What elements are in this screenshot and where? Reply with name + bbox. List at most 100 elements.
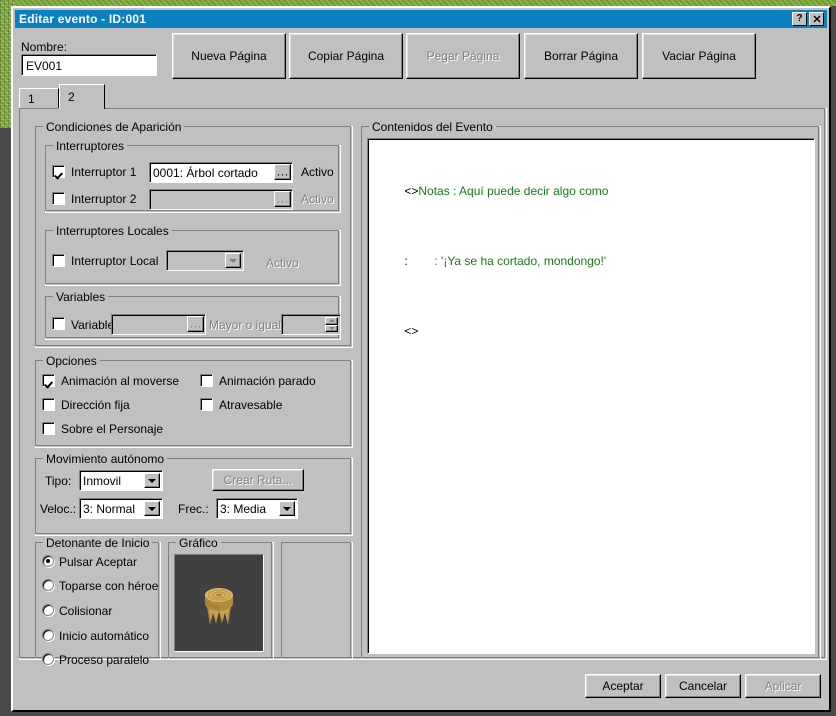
movement-speed-value: 3: Normal xyxy=(83,501,136,516)
switch-2-label: Interruptor 2 xyxy=(71,192,137,206)
switch-2-browse-button[interactable]: ··· xyxy=(274,191,291,207)
trigger-player-touch-label: Toparse con héroe xyxy=(59,579,159,593)
trigger-parallel-radio[interactable] xyxy=(42,653,54,665)
option-above-hero-label: Sobre el Personaje xyxy=(61,422,164,436)
trigger-autorun-radio[interactable] xyxy=(42,629,54,641)
variables-title: Variables xyxy=(53,290,109,304)
switch-1-field[interactable]: 0001: Árbol cortado xyxy=(149,162,293,183)
tab-page-1-label: 1 xyxy=(28,92,35,106)
event-contents-title: Contenidos del Evento xyxy=(369,120,496,134)
name-input-value: EV001 xyxy=(26,59,63,73)
copy-page-button[interactable]: Copiar Página xyxy=(289,33,403,79)
movement-type-value: Inmovil xyxy=(83,473,122,488)
trigger-action-button-radio[interactable] xyxy=(42,555,54,567)
variable-number-input[interactable] xyxy=(281,314,341,335)
cancel-button[interactable]: Cancelar xyxy=(665,674,741,698)
switch-2-field[interactable] xyxy=(149,189,293,210)
trigger-event-touch-radio[interactable] xyxy=(42,604,54,616)
movement-freq-dropdown[interactable]: 3: Media xyxy=(216,498,298,519)
help-icon[interactable]: ? xyxy=(792,12,807,26)
variable-operator-label: Mayor o igual xyxy=(209,318,282,332)
trigger-player-touch-radio[interactable] xyxy=(42,579,54,591)
chevron-down-icon[interactable] xyxy=(225,253,241,268)
trigger-action-button-label: Pulsar Aceptar xyxy=(59,555,138,569)
local-switches-title: Interruptores Locales xyxy=(53,224,172,238)
chevron-down-icon[interactable] xyxy=(279,501,295,516)
event-line-text: : '¡Ya se ha cortado, mondongo!' xyxy=(407,254,607,268)
stepper-up-icon[interactable] xyxy=(325,317,338,325)
event-contents-list[interactable]: <>Notas : Aquí puede decir algo como : :… xyxy=(367,138,815,654)
switch-1-browse-button[interactable]: ··· xyxy=(274,164,291,180)
autonomous-movement-title: Movimiento autónomo xyxy=(43,452,168,466)
desktop-background: Editar evento - ID:001 ? Nombre: EV001 N… xyxy=(0,0,836,716)
start-trigger-title: Detonante de Inicio xyxy=(43,536,153,550)
graphic-title: Gráfico xyxy=(176,536,221,550)
create-route-button[interactable]: Crear Ruta... xyxy=(212,469,304,491)
switch-1-checkbox[interactable] xyxy=(52,165,65,178)
variable-number-stepper[interactable] xyxy=(325,317,338,332)
movement-speed-label: Veloc.: xyxy=(40,502,77,516)
movement-speed-dropdown[interactable]: 3: Normal xyxy=(79,498,163,519)
switch-2-state-label: Activo xyxy=(301,192,334,206)
event-line-marker: <> xyxy=(404,324,419,338)
local-switch-label: Interruptor Local xyxy=(71,254,159,268)
edit-event-dialog: Editar evento - ID:001 ? Nombre: EV001 N… xyxy=(11,6,831,712)
option-fixed-direction-label: Dirección fija xyxy=(61,398,130,412)
tab-page-1[interactable]: 1 xyxy=(19,88,59,109)
ok-button[interactable]: Aceptar xyxy=(585,674,661,698)
options-title: Opciones xyxy=(43,354,100,368)
switch-1-value: 0001: Árbol cortado xyxy=(153,166,258,180)
close-icon[interactable] xyxy=(809,12,824,26)
stepper-down-icon[interactable] xyxy=(325,324,338,332)
new-page-button[interactable]: Nueva Página xyxy=(172,33,286,79)
switch-1-state-label: Activo xyxy=(301,165,334,179)
option-animate-moving-checkbox[interactable] xyxy=(42,374,55,387)
option-animate-moving-label: Animación al moverse xyxy=(61,374,180,388)
title-bar: Editar evento - ID:001 ? xyxy=(15,10,827,28)
appearance-conditions-title: Condiciones de Aparición xyxy=(43,120,185,134)
chevron-down-icon[interactable] xyxy=(144,501,160,516)
movement-type-dropdown[interactable]: Inmovil xyxy=(79,470,163,491)
event-line: <> xyxy=(371,310,811,352)
event-contents-text: <>Notas : Aquí puede decir algo como : :… xyxy=(371,142,811,650)
trigger-parallel-label: Proceso paralelo xyxy=(59,653,150,667)
graphic-preview[interactable] xyxy=(174,554,264,652)
variable-checkbox[interactable] xyxy=(52,317,65,330)
movement-freq-label: Frec.: xyxy=(178,502,209,516)
trigger-autorun-label: Inicio automático xyxy=(59,629,150,643)
paste-page-button[interactable]: Pegar Página xyxy=(406,33,520,79)
event-line-marker: <> xyxy=(404,184,419,198)
tab-page-2-label: 2 xyxy=(68,90,75,104)
variable-browse-button[interactable]: ··· xyxy=(187,316,204,332)
graphic-canvas xyxy=(175,555,263,651)
local-switch-checkbox[interactable] xyxy=(52,254,65,267)
window-title: Editar evento - ID:001 xyxy=(19,12,147,26)
apply-button[interactable]: Aplicar xyxy=(745,674,821,698)
switch-2-value xyxy=(150,190,292,193)
option-above-hero-checkbox[interactable] xyxy=(42,422,55,435)
movement-type-label: Tipo: xyxy=(45,474,72,488)
event-line: : : '¡Ya se ha cortado, mondongo!' xyxy=(371,240,811,282)
switch-2-checkbox[interactable] xyxy=(52,192,65,205)
switches-title: Interruptores xyxy=(53,139,128,153)
local-switch-dropdown[interactable] xyxy=(166,250,244,271)
local-switch-state-label: Activo xyxy=(266,256,299,270)
extra-preview-group xyxy=(281,542,353,660)
switch-1-label: Interruptor 1 xyxy=(71,165,137,179)
movement-freq-value: 3: Media xyxy=(220,501,267,516)
chevron-down-icon[interactable] xyxy=(144,473,160,488)
trigger-event-touch-label: Colisionar xyxy=(59,604,113,618)
option-through-checkbox[interactable] xyxy=(200,398,213,411)
option-fixed-direction-checkbox[interactable] xyxy=(42,398,55,411)
option-animate-idle-label: Animación parado xyxy=(219,374,316,388)
clear-page-button[interactable]: Vaciar Página xyxy=(642,33,756,79)
tab-page-2[interactable]: 2 xyxy=(59,84,105,109)
event-line-text: Notas : Aquí puede decir algo como xyxy=(418,184,609,198)
event-line: <>Notas : Aquí puede decir algo como xyxy=(371,170,811,212)
option-through-label: Atravesable xyxy=(219,398,283,412)
option-animate-idle-checkbox[interactable] xyxy=(200,374,213,387)
delete-page-button[interactable]: Borrar Página xyxy=(524,33,638,79)
name-label: Nombre: xyxy=(21,40,68,54)
close-glyph xyxy=(813,15,820,23)
name-input[interactable]: EV001 xyxy=(21,54,157,76)
